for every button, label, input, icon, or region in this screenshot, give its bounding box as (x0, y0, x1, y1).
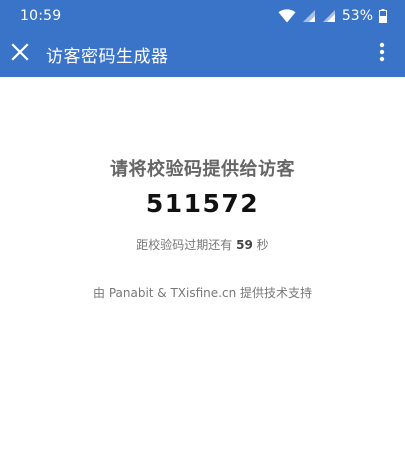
battery-percent: 53% (341, 7, 373, 24)
app-bar: 访客密码生成器 (0, 31, 405, 77)
close-icon (11, 43, 29, 65)
page-title: 访客密码生成器 (46, 46, 169, 67)
close-button[interactable] (0, 31, 42, 77)
expiry-countdown: 距校验码过期还有 59 秒 (0, 236, 405, 253)
verification-code: 511572 (145, 189, 260, 218)
countdown-prefix: 距校验码过期还有 (136, 238, 233, 252)
status-time: 10:59 (20, 7, 62, 24)
status-bar: 10:59 53% (0, 0, 405, 31)
more-vert-icon (379, 42, 385, 66)
countdown-seconds: 59 (236, 238, 253, 252)
wifi-icon (278, 8, 296, 23)
countdown-suffix: 秒 (256, 238, 269, 252)
signal-icon (302, 9, 316, 23)
main-content: 请将校验码提供给访客 511572 距校验码过期还有 59 秒 由 Panabi… (0, 77, 405, 454)
status-icons: 53% (278, 8, 387, 24)
powered-by-footer: 由 Panabit & TXisfine.cn 提供技术支持 (93, 286, 312, 300)
battery-icon (379, 8, 387, 23)
signal-icon (322, 9, 336, 23)
more-options-button[interactable] (365, 31, 399, 77)
instruction-heading: 请将校验码提供给访客 (110, 159, 295, 180)
